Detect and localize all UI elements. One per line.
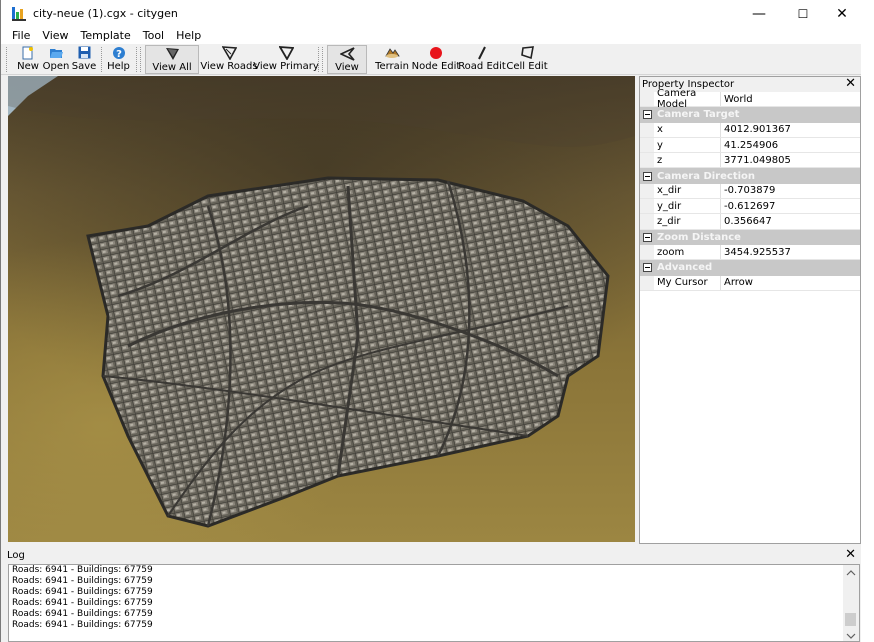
menu-template[interactable]: Template [75, 29, 137, 42]
log-text-area[interactable]: Roads: 6941 - Buildings: 67759 Roads: 69… [8, 564, 860, 642]
collapse-minus-icon[interactable] [643, 110, 652, 120]
log-panel-header: Log ✕ [1, 547, 861, 563]
property-row-zoom[interactable]: zoom 3454.925537 [640, 244, 860, 261]
city-render [8, 76, 635, 542]
property-row-y[interactable]: y 41.254906 [640, 137, 860, 154]
scroll-down-arrow-icon [846, 633, 856, 639]
new-document-icon [20, 45, 36, 60]
property-row-my-cursor[interactable]: My Cursor Arrow [640, 275, 860, 291]
toolbar-separator [101, 47, 102, 72]
toolbar: New Open Save ? Help View All View Roads… [1, 44, 874, 75]
terrain-icon [384, 45, 400, 60]
property-row-x[interactable]: x 4012.901367 [640, 122, 860, 138]
citygen-app-icon [11, 6, 27, 22]
property-row-x-dir[interactable]: x_dir -0.703879 [640, 183, 860, 200]
log-line: Roads: 6941 - Buildings: 67759 [12, 576, 153, 586]
save-button[interactable]: Save [71, 45, 97, 74]
menu-bar: File View Template Tool Help [1, 27, 874, 44]
log-panel-close-button[interactable]: ✕ [845, 547, 856, 562]
view-primary-icon [278, 45, 294, 60]
log-line: Roads: 6941 - Buildings: 67759 [12, 587, 153, 597]
new-button[interactable]: New [16, 45, 40, 74]
minimize-button[interactable]: — [736, 0, 782, 27]
view-all-button[interactable]: View All [145, 45, 199, 74]
log-line: Roads: 6941 - Buildings: 67759 [12, 598, 153, 608]
view-primary-button[interactable]: View Primary [253, 45, 319, 74]
open-button[interactable]: Open [42, 45, 70, 74]
category-advanced[interactable]: Advanced [640, 260, 860, 276]
log-panel-title: Log [7, 550, 25, 561]
property-inspector-close-button[interactable]: ✕ [845, 76, 856, 91]
view-roads-icon [221, 45, 237, 60]
cell-edit-icon [519, 45, 535, 60]
menu-view[interactable]: View [36, 29, 74, 42]
road-edit-button[interactable]: Road Edit [458, 45, 506, 74]
window-title: city-neue (1).cgx - citygen [33, 7, 178, 20]
collapse-minus-icon[interactable] [643, 263, 652, 273]
property-row-z[interactable]: z 3771.049805 [640, 153, 860, 169]
log-vertical-scrollbar[interactable] [843, 565, 859, 641]
toolbar-grip [140, 47, 141, 72]
toolbar-separator [136, 47, 137, 72]
property-row-y-dir[interactable]: y_dir -0.612697 [640, 199, 860, 215]
3d-viewport[interactable] [8, 76, 635, 542]
help-icon: ? [111, 45, 127, 60]
property-inspector-panel: Property Inspector ✕ Camera Model World … [639, 76, 861, 544]
property-row-camera-model[interactable]: Camera Model World [640, 88, 860, 110]
menu-file[interactable]: File [1, 29, 36, 42]
collapse-minus-icon[interactable] [643, 232, 652, 242]
toolbar-separator [318, 47, 319, 72]
app-window: city-neue (1).cgx - citygen — ☐ ✕ File V… [0, 0, 874, 642]
category-zoom-distance[interactable]: Zoom Distance [640, 229, 860, 245]
node-edit-button[interactable]: Node Edit [412, 45, 460, 74]
cell-edit-button[interactable]: Cell Edit [506, 45, 548, 74]
menu-help[interactable]: Help [170, 29, 207, 42]
view-roads-button[interactable]: View Roads [200, 45, 258, 74]
toolbar-grip [6, 47, 7, 72]
title-bar: city-neue (1).cgx - citygen — ☐ ✕ [1, 0, 874, 27]
scroll-up-arrow-icon [846, 570, 856, 576]
view-cursor-icon [339, 46, 355, 61]
collapse-minus-icon[interactable] [643, 171, 652, 181]
node-edit-red-dot-icon [428, 45, 444, 60]
category-camera-direction[interactable]: Camera Direction [640, 168, 860, 184]
log-line: Roads: 6941 - Buildings: 67759 [12, 609, 153, 619]
svg-text:?: ? [116, 49, 122, 60]
log-scrollbar-thumb[interactable] [845, 613, 856, 626]
view-tool-button[interactable]: View [327, 45, 367, 74]
log-line: Roads: 6941 - Buildings: 67759 [12, 565, 153, 575]
log-line: Roads: 6941 - Buildings: 67759 [12, 620, 153, 630]
road-edit-slash-icon [474, 45, 490, 60]
terrain-tool-button[interactable]: Terrain [374, 45, 410, 74]
view-all-icon [164, 46, 180, 61]
right-window-margin [861, 27, 874, 642]
help-button[interactable]: ? Help [106, 45, 131, 74]
close-button[interactable]: ✕ [819, 0, 865, 27]
open-folder-icon [48, 45, 64, 60]
menu-tool[interactable]: Tool [137, 29, 170, 42]
property-row-z-dir[interactable]: z_dir 0.356647 [640, 214, 860, 230]
save-disk-icon [76, 45, 92, 60]
toolbar-grip [322, 47, 323, 72]
